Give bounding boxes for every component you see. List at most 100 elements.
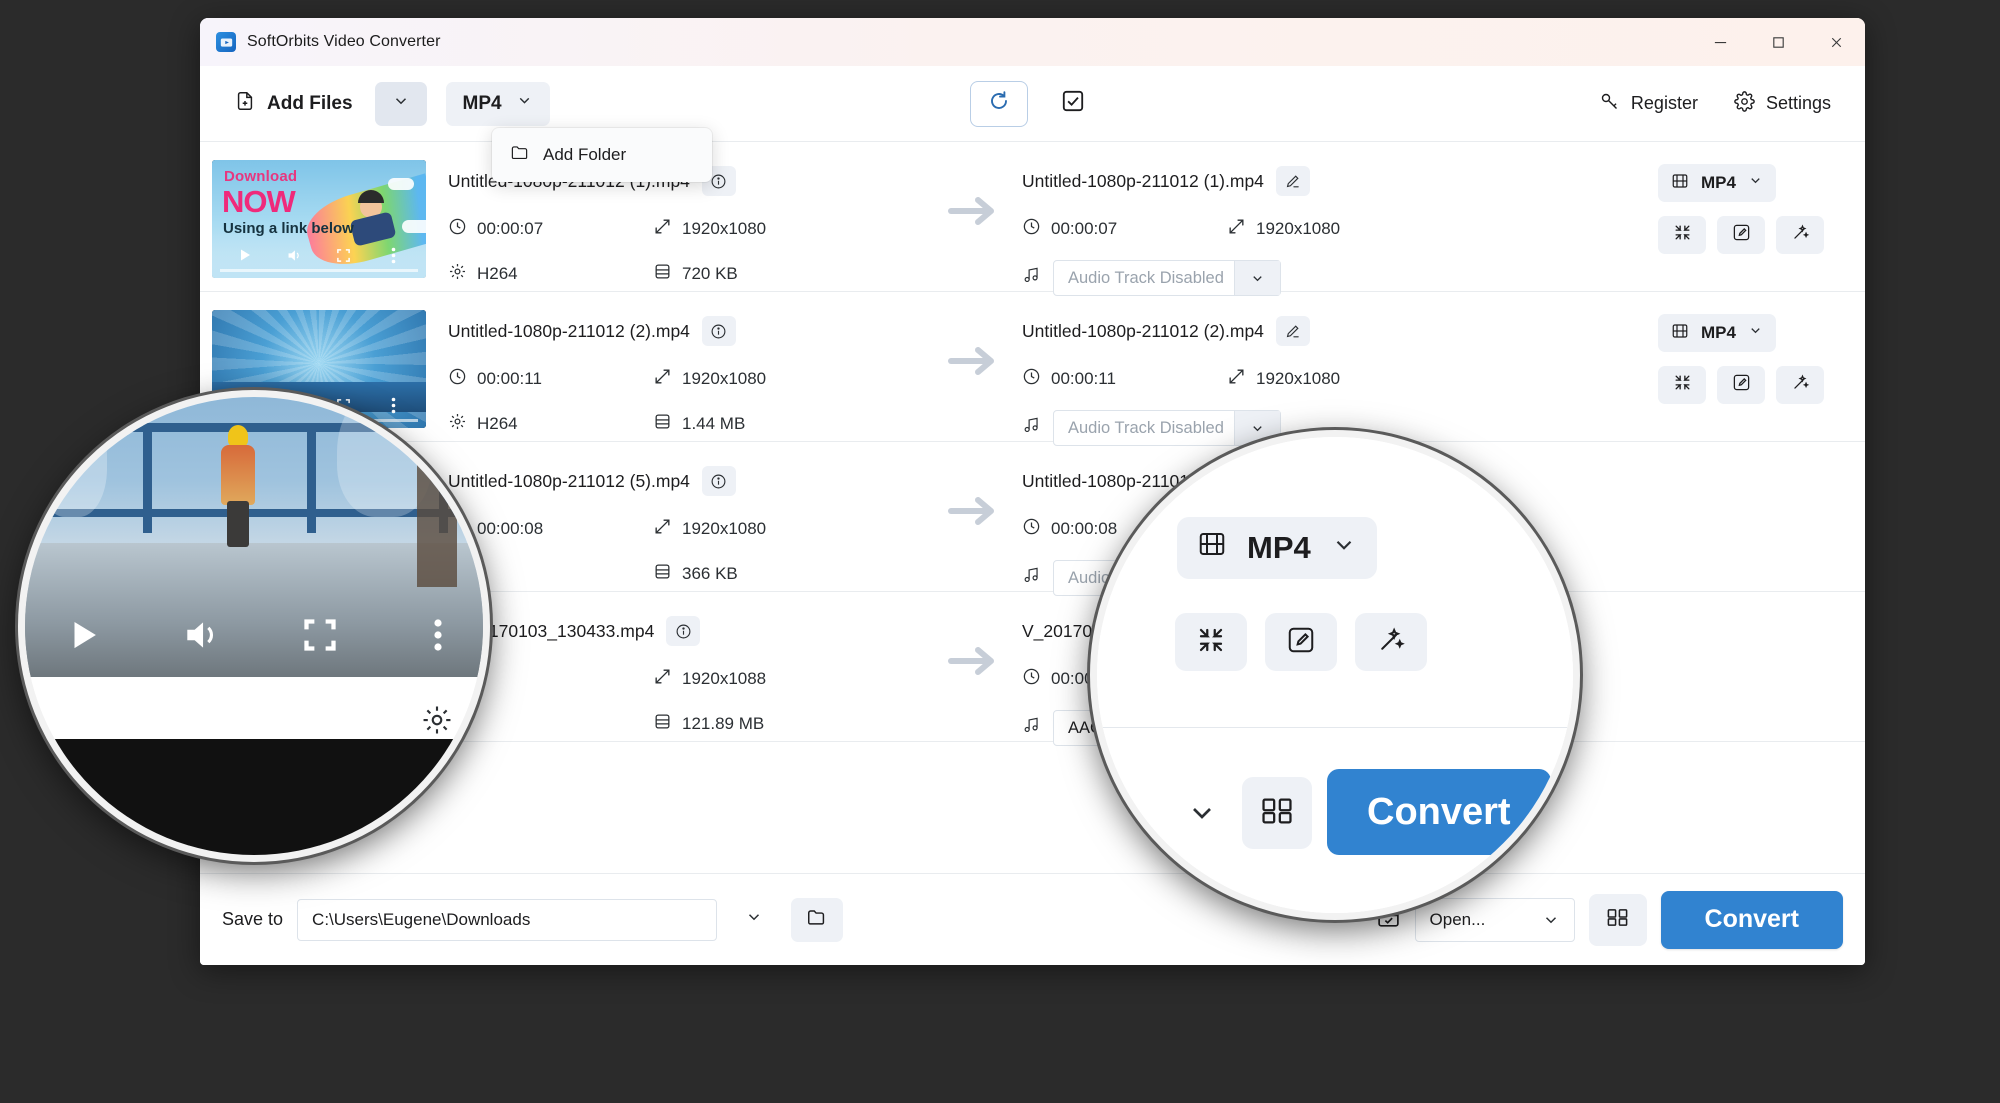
edit-button[interactable] bbox=[1265, 613, 1337, 671]
chevron-down-icon bbox=[1748, 173, 1763, 193]
volume-icon[interactable] bbox=[270, 247, 320, 264]
source-info: Untitled-1080p-211012 (2).mp4 00:00:11 1 bbox=[426, 310, 926, 436]
add-files-label: Add Files bbox=[267, 92, 353, 114]
destination-info: Untitled-1080p-211012 (1).mp4 00:00:07 1 bbox=[1022, 160, 1658, 296]
save-to-history-button[interactable] bbox=[731, 899, 777, 941]
toolbar-right-group: Register Settings bbox=[1587, 82, 1843, 126]
magnified-format-label: MP4 bbox=[1247, 530, 1311, 565]
volume-icon[interactable] bbox=[143, 614, 261, 656]
resize-icon bbox=[653, 367, 672, 391]
enhance-button[interactable] bbox=[1776, 216, 1824, 254]
more-vertical-icon[interactable] bbox=[379, 616, 483, 654]
save-to-path-input[interactable]: C:\Users\Eugene\Downloads bbox=[297, 898, 718, 941]
dest-meta-line: 00:00:07 1920x1080 bbox=[1022, 217, 1658, 241]
database-icon bbox=[653, 562, 672, 586]
magnified-merge-button[interactable] bbox=[1242, 777, 1312, 849]
play-icon[interactable] bbox=[25, 616, 143, 654]
merge-button[interactable] bbox=[1588, 893, 1647, 946]
add-files-dropdown-button[interactable] bbox=[374, 81, 427, 126]
fullscreen-icon[interactable] bbox=[319, 248, 369, 263]
source-meta-line2: 121.89 MB bbox=[448, 712, 926, 736]
magnified-action-buttons bbox=[1175, 613, 1427, 671]
row-format-button[interactable]: MP4 bbox=[1658, 314, 1776, 352]
magnifier-right-content: MP4 Convert bbox=[1097, 437, 1573, 913]
clock-icon bbox=[1022, 367, 1041, 391]
magnified-panel: MP4 Convert bbox=[1097, 437, 1573, 913]
row-format-button[interactable]: MP4 bbox=[1658, 164, 1776, 202]
refresh-button[interactable] bbox=[969, 80, 1028, 127]
magnified-dropdown-caret[interactable] bbox=[1127, 787, 1232, 843]
destination-info: Untitled-1080p-211012 (2).mp4 00:00:11 1 bbox=[1022, 310, 1658, 446]
rename-button[interactable] bbox=[1275, 166, 1310, 196]
maximize-button[interactable] bbox=[1749, 18, 1807, 66]
register-label: Register bbox=[1630, 93, 1698, 113]
checkbox-check-icon bbox=[1060, 88, 1086, 119]
chevron-down-icon[interactable] bbox=[1234, 261, 1280, 295]
convert-arrow-icon bbox=[926, 610, 1022, 678]
menu-item-add-folder[interactable]: Add Folder bbox=[492, 136, 712, 174]
source-codec: H264 bbox=[448, 262, 653, 286]
video-thumbnail[interactable]: Download NOW Using a link below bbox=[212, 160, 426, 278]
add-files-button[interactable]: Add Files bbox=[222, 82, 365, 126]
info-button[interactable] bbox=[666, 616, 701, 646]
convert-arrow-icon bbox=[926, 460, 1022, 528]
save-to-path-value: C:\Users\Eugene\Downloads bbox=[312, 909, 531, 929]
play-icon[interactable] bbox=[220, 247, 270, 263]
edit-button[interactable] bbox=[1717, 216, 1765, 254]
bottom-bar: Save to C:\Users\Eugene\Downloads Open..… bbox=[200, 873, 1865, 965]
table-row[interactable]: Download NOW Using a link below Untitled… bbox=[200, 142, 1865, 296]
audio-track-selector[interactable]: Audio Track Disabled bbox=[1022, 260, 1658, 296]
audio-track-dropdown[interactable]: Audio Track Disabled bbox=[1053, 260, 1281, 296]
dest-duration: 00:00:11 bbox=[1022, 367, 1227, 391]
more-vertical-icon[interactable] bbox=[369, 247, 419, 264]
register-button[interactable]: Register bbox=[1587, 82, 1710, 126]
menu-item-label: Add Folder bbox=[543, 145, 627, 164]
magnified-convert-button[interactable]: Convert bbox=[1327, 769, 1551, 855]
select-all-button[interactable] bbox=[1050, 81, 1096, 127]
dest-meta-line: 00:00:11 1920x1080 bbox=[1022, 367, 1658, 391]
database-icon bbox=[653, 262, 672, 286]
convert-button[interactable]: Convert bbox=[1660, 890, 1843, 949]
gear-icon[interactable] bbox=[420, 703, 454, 742]
folder-icon bbox=[510, 143, 529, 167]
magic-wand-icon bbox=[1791, 223, 1810, 247]
magnifier-left-content: Save to C:\Users\Eugene\Downloads bbox=[25, 397, 483, 855]
compress-button[interactable] bbox=[1658, 216, 1706, 254]
settings-button[interactable]: Settings bbox=[1722, 82, 1843, 126]
compress-button[interactable] bbox=[1175, 613, 1247, 671]
fence-post-2 bbox=[307, 423, 316, 533]
source-size: 121.89 MB bbox=[653, 712, 893, 736]
edit-button[interactable] bbox=[1717, 366, 1765, 404]
fullscreen-icon[interactable] bbox=[261, 617, 379, 653]
row-format-label: MP4 bbox=[1701, 173, 1736, 192]
dest-duration: 00:00:07 bbox=[1022, 217, 1227, 241]
source-filename: Untitled-1080p-211012 (2).mp4 bbox=[448, 320, 690, 341]
row-action-buttons bbox=[1658, 366, 1824, 404]
enhance-button[interactable] bbox=[1355, 613, 1427, 671]
edit-icon bbox=[1286, 625, 1316, 660]
film-icon bbox=[1671, 172, 1689, 195]
compress-button[interactable] bbox=[1658, 366, 1706, 404]
settings-label: Settings bbox=[1765, 93, 1831, 113]
magic-wand-icon bbox=[1791, 373, 1810, 397]
progress-bar[interactable] bbox=[220, 269, 418, 272]
rename-button[interactable] bbox=[1275, 316, 1310, 346]
dest-filename-row: Untitled-1080p-211012 (2).mp4 bbox=[1022, 316, 1658, 346]
row-controls: MP4 bbox=[1658, 160, 1843, 254]
row-format-label: MP4 bbox=[1701, 323, 1736, 342]
source-size: 720 KB bbox=[653, 262, 893, 286]
minimize-button[interactable] bbox=[1691, 18, 1749, 66]
source-resolution: 1920x1080 bbox=[653, 517, 893, 541]
browse-folder-button[interactable] bbox=[791, 897, 844, 942]
info-button[interactable] bbox=[701, 316, 736, 346]
source-resolution-value: 1920x1080 bbox=[682, 369, 767, 388]
close-button[interactable] bbox=[1807, 18, 1865, 66]
format-selector-button[interactable]: MP4 bbox=[445, 81, 550, 126]
info-button[interactable] bbox=[701, 466, 736, 496]
magnified-video-preview bbox=[25, 397, 483, 677]
magnified-format-button[interactable]: MP4 bbox=[1177, 517, 1377, 579]
magnifier-convert-controls: MP4 Convert bbox=[1090, 430, 1580, 920]
clock-icon bbox=[1022, 667, 1041, 691]
source-codec-value: H264 bbox=[477, 414, 518, 433]
enhance-button[interactable] bbox=[1776, 366, 1824, 404]
